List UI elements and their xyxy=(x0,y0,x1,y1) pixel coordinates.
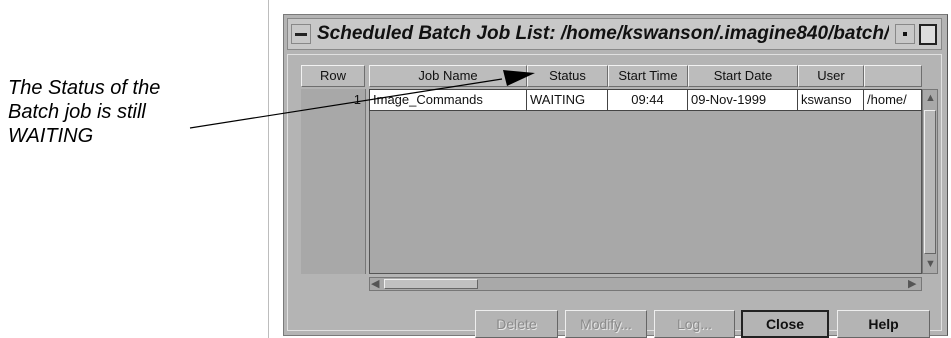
column-header-status[interactable]: Status xyxy=(527,65,608,87)
scroll-down-icon[interactable]: ▼ xyxy=(925,258,936,270)
column-header-blank[interactable] xyxy=(864,65,922,87)
column-header-row[interactable]: Row xyxy=(301,65,365,87)
vertical-scrollbar[interactable]: ▲ ▼ xyxy=(922,89,938,274)
window-menu-icon[interactable] xyxy=(291,24,311,44)
window-title: Scheduled Batch Job List: /home/kswanson… xyxy=(317,23,889,44)
scroll-left-icon[interactable]: ◀ xyxy=(371,278,379,290)
callout-annotation: The Status of the Batch job is still WAI… xyxy=(8,76,238,148)
delete-button[interactable]: Delete xyxy=(475,310,558,338)
column-header-user[interactable]: User xyxy=(798,65,864,87)
close-button[interactable]: Close xyxy=(741,310,829,338)
batch-job-list-window: Scheduled Batch Job List: /home/kswanson… xyxy=(283,14,948,338)
column-header-start-time[interactable]: Start Time xyxy=(608,65,688,87)
vertical-scroll-thumb[interactable] xyxy=(924,110,936,254)
callout-line: The Status of the xyxy=(8,77,161,99)
job-table xyxy=(369,89,922,274)
modify-button[interactable]: Modify... xyxy=(565,310,647,338)
horizontal-scroll-thumb[interactable] xyxy=(384,279,478,289)
log-button[interactable]: Log... xyxy=(654,310,735,338)
cell-path[interactable]: /home/ xyxy=(864,89,922,111)
cell-start-date[interactable]: 09-Nov-1999 xyxy=(688,89,798,111)
job-list-panel: Row Job Name Status Start Time Start Dat… xyxy=(287,54,942,338)
row-number[interactable]: 1 xyxy=(301,89,365,111)
callout-line: Batch job is still xyxy=(8,101,146,123)
maximize-button[interactable] xyxy=(919,24,937,45)
column-header-job-name[interactable]: Job Name xyxy=(369,65,527,87)
cell-status[interactable]: WAITING xyxy=(527,89,608,111)
row-number-column xyxy=(301,89,366,274)
callout-line: WAITING xyxy=(8,125,94,147)
cell-start-time[interactable]: 09:44 xyxy=(608,89,688,111)
help-button[interactable]: Help xyxy=(837,310,930,338)
title-bar[interactable]: Scheduled Batch Job List: /home/kswanson… xyxy=(287,18,942,50)
cell-job-name[interactable]: Image_Commands xyxy=(369,89,527,111)
horizontal-scrollbar[interactable]: ◀ ▶ xyxy=(369,277,922,291)
scroll-right-icon[interactable]: ▶ xyxy=(908,278,916,290)
minimize-button[interactable] xyxy=(895,24,915,44)
scroll-up-icon[interactable]: ▲ xyxy=(925,92,936,104)
column-header-start-date[interactable]: Start Date xyxy=(688,65,798,87)
cell-user[interactable]: kswanso xyxy=(798,89,864,111)
